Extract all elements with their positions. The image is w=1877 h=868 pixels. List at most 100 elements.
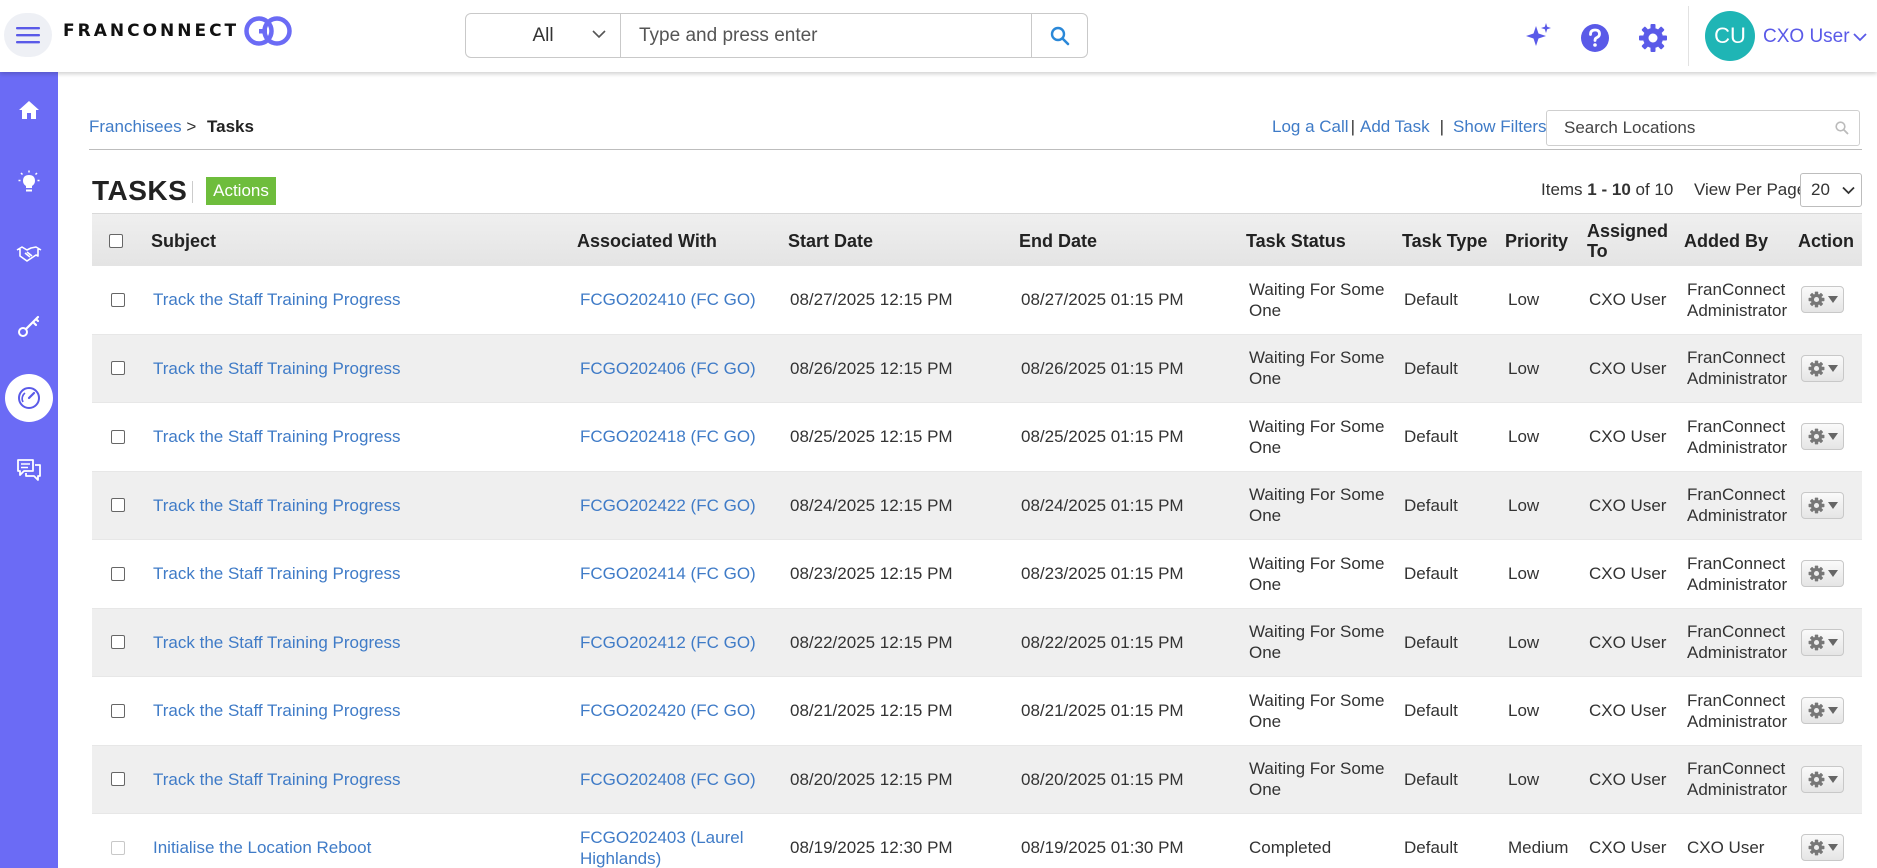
row-checkbox[interactable]: [111, 361, 125, 376]
user-avatar[interactable]: CU: [1705, 11, 1755, 61]
column-header-priority[interactable]: Priority: [1505, 214, 1568, 267]
caret-down-icon: [1827, 364, 1838, 372]
associated-location-link[interactable]: FCGO202414 (FC GO): [580, 563, 756, 584]
associated-with-cell: FCGO202418 (FC GO): [580, 403, 760, 471]
gear-icon: [1808, 839, 1824, 856]
task-subject-link[interactable]: Track the Staff Training Progress: [153, 769, 401, 790]
top-bar: FRANCONNECT All Type and press enter CU …: [0, 0, 1877, 72]
search-button[interactable]: [1031, 14, 1087, 57]
hamburger-menu-button[interactable]: [4, 13, 52, 57]
chevron-down-icon: [592, 30, 606, 39]
add-task-link[interactable]: Add Task: [1360, 117, 1430, 136]
task-subject-link[interactable]: Track the Staff Training Progress: [153, 426, 401, 447]
logo-text: FRANCONNECT: [63, 21, 240, 41]
subject-cell: Track the Staff Training Progress: [153, 746, 401, 814]
help-icon[interactable]: [1580, 23, 1610, 53]
row-action-menu-button[interactable]: [1801, 491, 1844, 519]
task-subject-link[interactable]: Initialise the Location Reboot: [153, 837, 371, 858]
sidebar-item-ideas[interactable]: [0, 157, 58, 207]
sidebar-item-home[interactable]: [0, 85, 58, 135]
location-search-button[interactable]: [1825, 121, 1859, 135]
row-select-cell: [111, 540, 125, 608]
column-header-assigned-to[interactable]: Assigned To: [1587, 214, 1675, 267]
start-date-cell: 08/25/2025 12:15 PM: [790, 427, 953, 447]
row-action-menu-button[interactable]: [1801, 286, 1844, 314]
subject-cell: Track the Staff Training Progress: [153, 540, 401, 608]
associated-location-link[interactable]: FCGO202410 (FC GO): [580, 289, 756, 310]
associated-location-link[interactable]: FCGO202412 (FC GO): [580, 632, 756, 653]
global-search-input[interactable]: [621, 14, 1031, 57]
end-date-cell: 08/26/2025 01:15 PM: [1021, 358, 1184, 378]
associated-location-link[interactable]: FCGO202420 (FC GO): [580, 700, 756, 721]
row-action-menu-button[interactable]: [1801, 423, 1844, 451]
task-subject-link[interactable]: Track the Staff Training Progress: [153, 563, 401, 584]
priority-cell: Low: [1508, 427, 1540, 447]
status-line-1: Waiting For Some: [1249, 759, 1385, 779]
associated-location-link[interactable]: FCGO202403 (Laurel Highlands): [580, 827, 743, 868]
associated-location-link[interactable]: FCGO202408 (FC GO): [580, 769, 756, 790]
task-type-cell: Default: [1404, 495, 1458, 515]
task-subject-link[interactable]: Track the Staff Training Progress: [153, 495, 401, 516]
franconnect-logo[interactable]: FRANCONNECT: [63, 15, 292, 47]
task-subject-link[interactable]: Track the Staff Training Progress: [153, 632, 401, 653]
row-checkbox[interactable]: [111, 772, 125, 787]
task-type-cell: Default: [1404, 769, 1458, 789]
user-name[interactable]: CXO User: [1763, 26, 1850, 48]
search-locations-input[interactable]: [1547, 118, 1825, 138]
view-per-page-value: 20: [1811, 180, 1830, 199]
sidebar-item-messages[interactable]: [0, 445, 58, 495]
show-filters-link[interactable]: Show Filters: [1453, 117, 1547, 136]
row-checkbox[interactable]: [111, 635, 125, 650]
column-header-added-by[interactable]: Added By: [1684, 214, 1768, 267]
associated-location-link[interactable]: FCGO202422 (FC GO): [580, 495, 756, 516]
column-header-task-status[interactable]: Task Status: [1246, 214, 1346, 267]
row-checkbox[interactable]: [111, 292, 125, 307]
sidebar-item-operations[interactable]: [0, 373, 58, 423]
sidebar-item-partners[interactable]: [0, 229, 58, 279]
associated-location-link[interactable]: FCGO202406 (FC GO): [580, 358, 756, 379]
row-action-menu-button[interactable]: [1801, 560, 1844, 588]
settings-gear-icon[interactable]: [1638, 23, 1668, 53]
associated-with-cell: FCGO202420 (FC GO): [580, 677, 760, 745]
row-checkbox[interactable]: [111, 566, 125, 581]
row-checkbox[interactable]: [111, 703, 125, 718]
row-action-menu-button[interactable]: [1801, 834, 1844, 862]
ai-sparkle-icon[interactable]: [1524, 22, 1552, 50]
assigned-to-cell: CXO User: [1589, 838, 1667, 858]
row-action-menu-button[interactable]: [1801, 765, 1844, 793]
action-cell: [1801, 335, 1844, 403]
column-header-subject[interactable]: Subject: [151, 214, 216, 267]
task-subject-link[interactable]: Track the Staff Training Progress: [153, 289, 401, 310]
user-menu-chevron-icon[interactable]: [1853, 32, 1867, 42]
breadcrumb-franchisees-link[interactable]: Franchisees: [89, 117, 182, 136]
assigned-to-cell: CXO User: [1589, 632, 1667, 652]
row-checkbox[interactable]: [111, 429, 125, 444]
sidebar-item-access[interactable]: [0, 301, 58, 351]
view-per-page-select[interactable]: 20: [1800, 173, 1862, 207]
row-checkbox[interactable]: [111, 498, 125, 513]
actions-button[interactable]: Actions: [206, 177, 276, 205]
associated-line-1: FCGO202414 (FC GO): [580, 564, 756, 584]
select-all-checkbox[interactable]: [109, 233, 123, 248]
row-action-menu-button[interactable]: [1801, 628, 1844, 656]
column-header-associated-with[interactable]: Associated With: [577, 214, 717, 267]
row-action-menu-button[interactable]: [1801, 354, 1844, 382]
items-count: Items 1 - 10 of 10: [1541, 180, 1673, 200]
row-checkbox[interactable]: [111, 840, 125, 855]
row-select-cell: [111, 266, 125, 334]
added-by-cell: FranConnect Administrator: [1687, 746, 1797, 814]
row-action-menu-button[interactable]: [1801, 697, 1844, 725]
column-header-start-date[interactable]: Start Date: [788, 214, 873, 267]
task-subject-link[interactable]: Track the Staff Training Progress: [153, 700, 401, 721]
associated-line-1: FCGO202418 (FC GO): [580, 427, 756, 447]
column-header-end-date[interactable]: End Date: [1019, 214, 1097, 267]
added-by-line-2: Administrator: [1687, 643, 1788, 663]
associated-location-link[interactable]: FCGO202418 (FC GO): [580, 426, 756, 447]
column-header-task-type[interactable]: Task Type: [1402, 214, 1487, 267]
caret-down-icon: [1827, 638, 1838, 646]
added-by-line-1: FranConnect: [1687, 759, 1786, 779]
associated-with-cell: FCGO202412 (FC GO): [580, 609, 760, 677]
search-scope-select[interactable]: All: [466, 14, 621, 57]
log-call-link[interactable]: Log a Call: [1272, 117, 1349, 136]
task-subject-link[interactable]: Track the Staff Training Progress: [153, 358, 401, 379]
